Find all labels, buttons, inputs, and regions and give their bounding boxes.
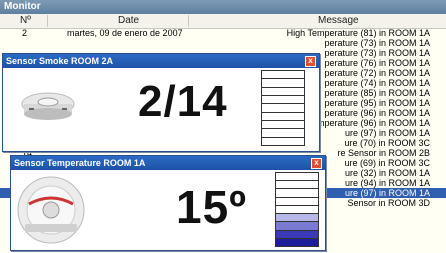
cell-message: perature (74) in ROOM 1A (324, 78, 430, 88)
close-icon[interactable]: x (311, 158, 322, 169)
cell-message: perature (73) in ROOM 1A (324, 48, 430, 58)
heat-detector-image (15, 174, 87, 246)
smoke-level-legend (261, 70, 307, 147)
legend-level (275, 237, 319, 247)
column-header-num[interactable]: Nº (20, 15, 31, 27)
temperature-level-legend (275, 172, 321, 248)
cell-message: perature (76) in ROOM 1A (324, 58, 430, 68)
smoke-detector-image (21, 84, 76, 124)
cell-message: perature (73) in ROOM 1A (324, 38, 430, 48)
cell-message: perature (96) in ROOM 1A (324, 108, 430, 118)
temperature-sensor-panel: Sensor Temperature ROOM 1A x 15º (10, 155, 326, 251)
close-icon[interactable]: x (305, 56, 316, 67)
cell-date: martes, 09 de enero de 2007 (67, 28, 183, 38)
cell-message: ure (97) in ROOM 1A (344, 128, 430, 138)
cell-num: 2 (22, 28, 28, 38)
temperature-value: 15º (176, 181, 247, 233)
cell-message: ure (32) in ROOM 1A (344, 168, 430, 178)
column-header-date[interactable]: Date (118, 15, 139, 27)
temp-panel-title-text: Sensor Temperature ROOM 1A (14, 158, 146, 168)
cell-message: Sensor in ROOM 3D (347, 198, 430, 208)
cell-message: perature (95) in ROOM 1A (324, 98, 430, 108)
cell-message: High Temperature (81) in ROOM 1A (286, 28, 430, 38)
legend-level (261, 136, 305, 146)
cell-message: ure (70) in ROOM 3C (344, 138, 430, 148)
table-row[interactable]: 2 martes, 09 de enero de 2007 High Tempera… (0, 28, 446, 38)
cell-message: re Sensor in ROOM 2B (337, 148, 430, 158)
cell-message: perature (72) in ROOM 1A (324, 68, 430, 78)
cell-message: ure (69) in ROOM 3C (344, 158, 430, 168)
temp-panel-title[interactable]: Sensor Temperature ROOM 1A x (11, 156, 325, 170)
smoke-value: 2/14 (138, 77, 228, 126)
monitor-title: Monitor (0, 0, 446, 14)
monitor-window: Monitor Nº Date Message 2 martes, 09 de e… (0, 0, 446, 253)
cell-message: perature (85) in ROOM 1A (324, 88, 430, 98)
table-row[interactable]: perature (73) in ROOM 1A (0, 38, 446, 48)
cell-message: ure (97) in ROOM 1A (344, 188, 430, 198)
cell-message: ure (94) in ROOM 1A (344, 178, 430, 188)
smoke-panel-title[interactable]: Sensor Smoke ROOM 2A x (3, 54, 319, 68)
grid-header: Nº Date Message (0, 14, 446, 29)
column-header-message[interactable]: Message (318, 15, 359, 27)
smoke-sensor-panel: Sensor Smoke ROOM 2A x 2/14 (2, 53, 320, 152)
smoke-panel-title-text: Sensor Smoke ROOM 2A (6, 56, 114, 66)
